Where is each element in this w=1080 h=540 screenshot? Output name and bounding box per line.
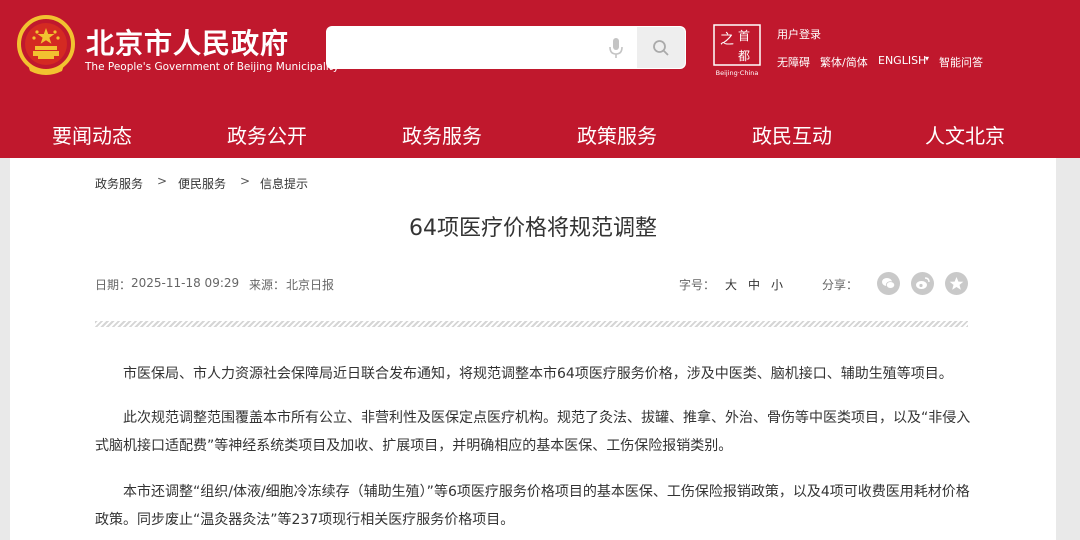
paragraph-text: 此次规范调整范围覆盖本市所有公立、非营利性及医保定点医疗机构。规范了灸法、拔罐、…: [95, 410, 971, 454]
capital-logo-icon[interactable]: 之 首 都 Beijing·China: [712, 22, 762, 78]
share-label: 分享：: [822, 278, 859, 292]
capital-logo-glyph: 首: [738, 29, 750, 43]
capital-logo-caption: Beijing·China: [716, 69, 759, 77]
accessibility-link[interactable]: 无障碍: [777, 54, 810, 70]
site-title[interactable]: 北京市人民政府: [86, 22, 289, 62]
breadcrumb-item[interactable]: 政务服务: [95, 175, 143, 192]
capital-logo-glyph: 都: [738, 49, 750, 63]
smart-qa-link[interactable]: 智能问答: [939, 54, 983, 70]
english-link[interactable]: ENGLISH: [878, 54, 926, 67]
article-source: 北京日报: [286, 278, 335, 292]
font-size-large-button[interactable]: 大: [725, 276, 737, 293]
breadcrumb-separator: >: [157, 174, 168, 188]
font-size-label: 字号：: [679, 278, 716, 292]
search-input[interactable]: [326, 26, 606, 69]
nav-item-news[interactable]: 要闻动态: [52, 120, 132, 149]
article-paragraph: 市医保局、市人力资源社会保障局近日联合发布通知，将规范调整本市64项医疗服务价格…: [95, 360, 975, 388]
microphone-icon[interactable]: [606, 36, 626, 60]
nav-item-gov-services[interactable]: 政务服务: [402, 120, 482, 149]
paragraph-text: 市医保局、市人力资源社会保障局近日联合发布通知，将规范调整本市64项医疗服务价格…: [123, 366, 953, 382]
paragraph-text: 本市还调整“组织/体液/细胞冷冻续存（辅助生殖）”等6项医疗服务价格项目的基本医…: [95, 484, 970, 528]
favorite-share-button[interactable]: [945, 272, 968, 295]
traditional-simplified-link[interactable]: 繁体/简体: [820, 54, 868, 70]
font-size-small-button[interactable]: 小: [771, 276, 783, 293]
hatched-divider: [95, 321, 968, 327]
font-size-medium-button[interactable]: 中: [748, 276, 760, 293]
article-title: 64项医疗价格将规范调整: [409, 216, 657, 241]
search-box: [326, 26, 686, 69]
capital-logo-glyph: 之: [720, 32, 734, 48]
login-link[interactable]: 用户登录: [777, 26, 821, 42]
article-paragraph: 此次规范调整范围覆盖本市所有公立、非营利性及医保定点医疗机构。规范了灸法、拔罐、…: [95, 404, 975, 460]
favorite-icon: [949, 277, 964, 290]
nav-item-policy[interactable]: 政策服务: [577, 120, 657, 149]
source-label: 来源：: [249, 278, 286, 292]
nav-item-interaction[interactable]: 政民互动: [752, 120, 832, 149]
breadcrumb-separator: >: [240, 174, 251, 188]
weibo-share-button[interactable]: [911, 272, 934, 295]
date-label: 日期：: [95, 278, 132, 292]
site-subtitle[interactable]: The People's Government of Beijing Munic…: [85, 61, 339, 73]
wechat-icon: [882, 278, 896, 289]
article-paragraph: 本市还调整“组织/体液/细胞冷冻续存（辅助生殖）”等6项医疗服务价格项目的基本医…: [95, 478, 975, 534]
wechat-share-button[interactable]: [877, 272, 900, 295]
search-icon: [653, 40, 669, 56]
breadcrumb-item[interactable]: 便民服务: [178, 175, 226, 192]
english-dropdown-icon[interactable]: ▾: [925, 54, 929, 63]
article-date: 2025-11-18 09:29: [131, 276, 240, 290]
weibo-icon: [916, 277, 930, 289]
national-emblem-icon[interactable]: [16, 15, 76, 77]
main-nav: 要闻动态 政务公开 政务服务 政策服务 政民互动 人文北京: [0, 106, 1080, 158]
nav-item-culture[interactable]: 人文北京: [925, 120, 1005, 149]
search-button[interactable]: [637, 27, 685, 68]
breadcrumb-item[interactable]: 信息提示: [260, 175, 308, 192]
nav-item-gov-affairs[interactable]: 政务公开: [227, 120, 307, 149]
